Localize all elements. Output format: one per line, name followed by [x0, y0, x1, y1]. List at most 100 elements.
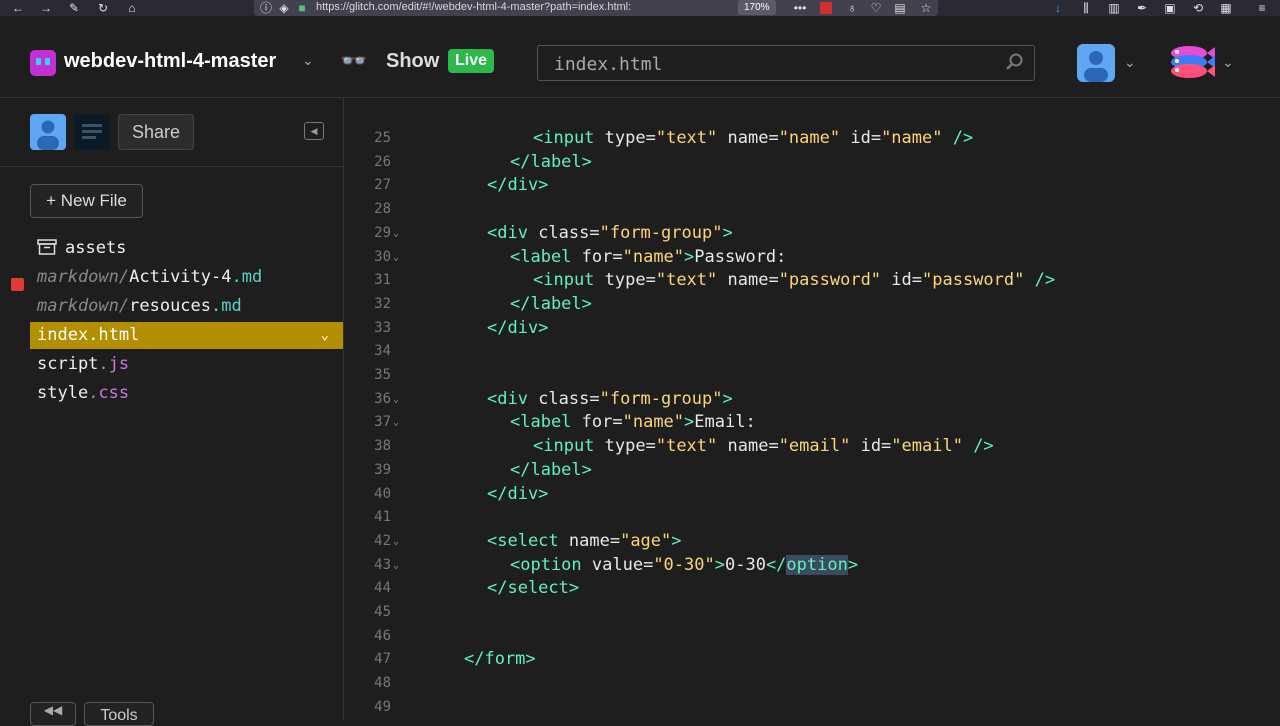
code-line[interactable]: 41 [345, 506, 1280, 529]
fold-toggle-icon[interactable]: ⌄ [393, 530, 399, 553]
pen-icon[interactable]: ✒ [1134, 0, 1150, 16]
user-avatar[interactable] [30, 114, 66, 150]
lightbulb-icon[interactable]: ♁ [844, 0, 860, 16]
url-text[interactable]: https://glitch.com/edit/#!/webdev-html-4… [316, 1, 631, 13]
live-badge[interactable]: Live [448, 49, 495, 73]
back-icon[interactable]: ← [10, 0, 26, 16]
code-token: <select [487, 530, 559, 551]
file-item-resouces[interactable]: markdown/resouces.md [30, 293, 343, 320]
screenshot-icon[interactable]: ▣ [1162, 0, 1178, 16]
sync-icon[interactable]: ⟲ [1190, 0, 1206, 16]
line-number: 27 [374, 177, 391, 194]
file-item-activity-4[interactable]: markdown/Activity-4.md [30, 264, 343, 291]
search-icon[interactable] [1004, 52, 1024, 72]
info-icon[interactable]: ⓘ [258, 0, 274, 16]
code-line[interactable]: 35 [345, 364, 1280, 387]
code-line[interactable]: 33 </div> [345, 317, 1280, 340]
code-line[interactable]: 46 [345, 625, 1280, 648]
code-line[interactable]: 44 </select> [345, 577, 1280, 600]
menu-icon[interactable]: ≡ [1254, 0, 1270, 16]
sidebar-icon[interactable]: ▥ [1106, 0, 1122, 16]
chevron-down-icon[interactable]: ⌄ [1124, 54, 1136, 71]
code-text: </label> [510, 151, 592, 174]
library-icon[interactable]: ⫼ [1078, 0, 1094, 16]
show-button[interactable]: Show [386, 50, 439, 73]
code-token: 0-30 [724, 554, 766, 575]
bookmark-star-icon[interactable]: ☆ [918, 0, 934, 16]
new-file-button[interactable]: + New File [30, 184, 143, 218]
collapse-sidebar-icon[interactable]: ◀ [304, 122, 324, 140]
code-line[interactable]: 43 ⌄ <option value="0-30">0-30</option> [345, 554, 1280, 577]
chevron-down-icon[interactable]: ⌄ [1222, 54, 1234, 71]
extension-icon[interactable] [820, 2, 832, 14]
code-line[interactable]: 36 ⌄ <div class="form-group"> [345, 388, 1280, 411]
code-token: Email: [694, 412, 756, 433]
fold-toggle-icon[interactable]: ⌄ [393, 222, 399, 245]
code-editor[interactable]: 25 <input type="text" name="name" id="nam… [345, 98, 1280, 720]
code-token: id= [840, 128, 882, 148]
file-item-script-js[interactable]: script.js [30, 351, 343, 378]
project-name[interactable]: webdev-html-4-master [64, 50, 276, 73]
code-line[interactable]: 32 </label> [345, 293, 1280, 316]
rewind-button[interactable]: ◀◀ [30, 702, 76, 726]
project-logo-icon[interactable] [30, 50, 56, 76]
team-avatar[interactable] [74, 114, 110, 150]
chevron-down-icon[interactable]: ⌄ [321, 322, 329, 349]
code-line[interactable]: 26 </label> [345, 151, 1280, 174]
code-token: "form-group" [599, 388, 723, 409]
zoom-level-badge[interactable]: 170% [738, 0, 776, 15]
pocket-icon[interactable]: ♡ [868, 0, 884, 16]
code-line[interactable]: 47 </form> [345, 648, 1280, 671]
more-icon[interactable]: ••• [792, 0, 808, 16]
shield-icon[interactable]: ◈ [276, 0, 292, 16]
fold-toggle-icon[interactable]: ⌄ [393, 554, 399, 577]
code-line[interactable]: 28 [345, 198, 1280, 221]
fold-toggle-icon[interactable]: ⌄ [393, 411, 399, 434]
code-line[interactable]: 25 <input type="text" name="name" id="nam… [345, 127, 1280, 150]
glitch-fish-logo-icon[interactable] [1165, 42, 1217, 82]
code-line[interactable]: 42 ⌄ <select name="age"> [345, 530, 1280, 553]
file-item-assets[interactable]: assets [30, 235, 343, 262]
url-bar[interactable]: ⓘ ◈ ■ https://glitch.com/edit/#!/webdev-… [254, 0, 938, 16]
sunglasses-icon[interactable]: 👓 [340, 48, 367, 74]
code-line[interactable]: 39 </label> [345, 459, 1280, 482]
forward-icon[interactable]: → [38, 0, 54, 16]
user-avatar[interactable] [1077, 44, 1115, 82]
file-item-index-html[interactable]: index.html ⌄ [30, 322, 343, 349]
line-number: 29 [374, 224, 391, 241]
code-line[interactable]: 48 [345, 672, 1280, 695]
code-line[interactable]: 31 <input type="text" name="password" id=… [345, 269, 1280, 292]
fold-toggle-icon[interactable]: ⌄ [393, 388, 399, 411]
home-icon[interactable]: ⌂ [124, 0, 140, 16]
extensions-icon[interactable]: ▦ [1218, 0, 1234, 16]
code-line[interactable]: 49 [345, 696, 1280, 719]
line-number: 34 [374, 343, 391, 360]
file-item-style-css[interactable]: style.css [30, 380, 343, 407]
code-token: </label> [510, 459, 592, 480]
code-line[interactable]: 40 </div> [345, 483, 1280, 506]
tools-wrench-icon[interactable]: ✎ [66, 0, 82, 16]
code-line[interactable]: 29 ⌄ <div class="form-group"> [345, 222, 1280, 245]
chevron-down-icon[interactable]: ⌄ [302, 52, 314, 69]
line-number: 39 [374, 461, 391, 478]
share-button[interactable]: Share [118, 114, 194, 150]
download-icon[interactable]: ↓ [1050, 0, 1066, 16]
file-search-value[interactable]: index.html [554, 54, 662, 75]
line-number: 32 [374, 295, 391, 312]
code-token: type= [594, 128, 656, 148]
user-silhouette-icon [37, 120, 59, 150]
reload-icon[interactable]: ↻ [95, 0, 111, 16]
user-silhouette-icon [1084, 51, 1108, 82]
reader-icon[interactable]: ▤ [892, 0, 908, 16]
code-line[interactable]: 34 [345, 340, 1280, 363]
code-line[interactable]: 27 </div> [345, 174, 1280, 197]
code-line[interactable]: 30 ⌄ <label for="name">Password: [345, 246, 1280, 269]
code-token: /> [942, 128, 974, 148]
code-line[interactable]: 45 [345, 601, 1280, 624]
code-line[interactable]: 38 <input type="text" name="email" id="em… [345, 435, 1280, 458]
file-search-input[interactable]: index.html [537, 45, 1035, 81]
tools-button[interactable]: Tools [84, 702, 154, 726]
code-line[interactable]: 37 ⌄ <label for="name">Email: [345, 411, 1280, 434]
code-token: name= [717, 128, 779, 148]
fold-toggle-icon[interactable]: ⌄ [393, 246, 399, 269]
